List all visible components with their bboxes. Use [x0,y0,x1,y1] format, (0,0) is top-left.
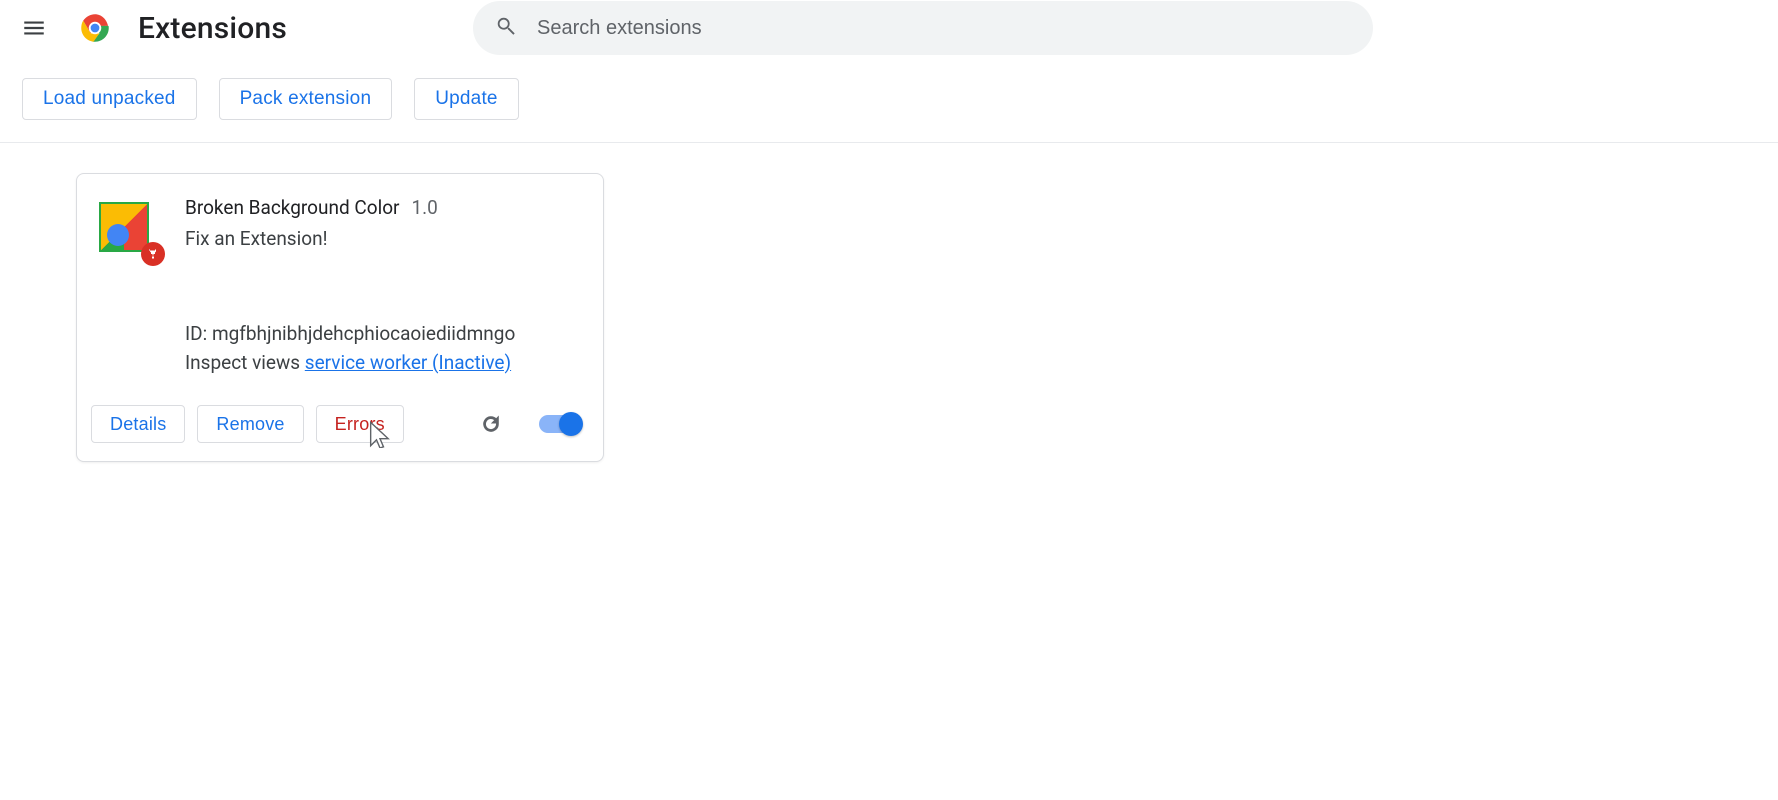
dev-toolbar: Load unpacked Pack extension Update [0,56,1778,142]
extension-card: Broken Background Color 1.0 Fix an Exten… [76,173,604,462]
extension-version: 1.0 [411,196,437,219]
chrome-logo-icon [80,13,110,43]
pack-extension-button[interactable]: Pack extension [219,78,393,120]
search-bar[interactable] [473,1,1373,55]
reload-icon[interactable] [475,408,507,440]
extension-description: Fix an Extension! [185,227,581,250]
extension-id-label: ID: [185,322,212,345]
extensions-grid: Broken Background Color 1.0 Fix an Exten… [0,143,1778,492]
page-header: Extensions [0,0,1778,56]
error-badge-icon [141,242,165,266]
page-title: Extensions [138,11,287,46]
service-worker-link[interactable]: service worker (Inactive) [305,351,511,374]
remove-button[interactable]: Remove [197,405,303,443]
hamburger-icon[interactable] [12,6,56,50]
update-button[interactable]: Update [414,78,518,120]
extension-icon-wrap [99,202,155,258]
inspect-views-label: Inspect views [185,351,305,374]
extension-id-value: mgfbhjnibhjdehcphiocaoiediidmngo [212,322,515,345]
toggle-knob [559,412,583,436]
errors-button[interactable]: Errors [316,405,404,443]
details-button[interactable]: Details [91,405,185,443]
search-input[interactable] [537,17,1351,40]
search-icon [495,15,517,41]
extension-id-row: ID: mgfbhjnibhjdehcphiocaoiediidmngo [185,320,581,349]
enable-toggle[interactable] [539,415,581,433]
load-unpacked-button[interactable]: Load unpacked [22,78,197,120]
extension-icon [99,202,149,252]
inspect-views-row: Inspect views service worker (Inactive) [185,349,581,378]
extension-name: Broken Background Color [185,196,399,219]
